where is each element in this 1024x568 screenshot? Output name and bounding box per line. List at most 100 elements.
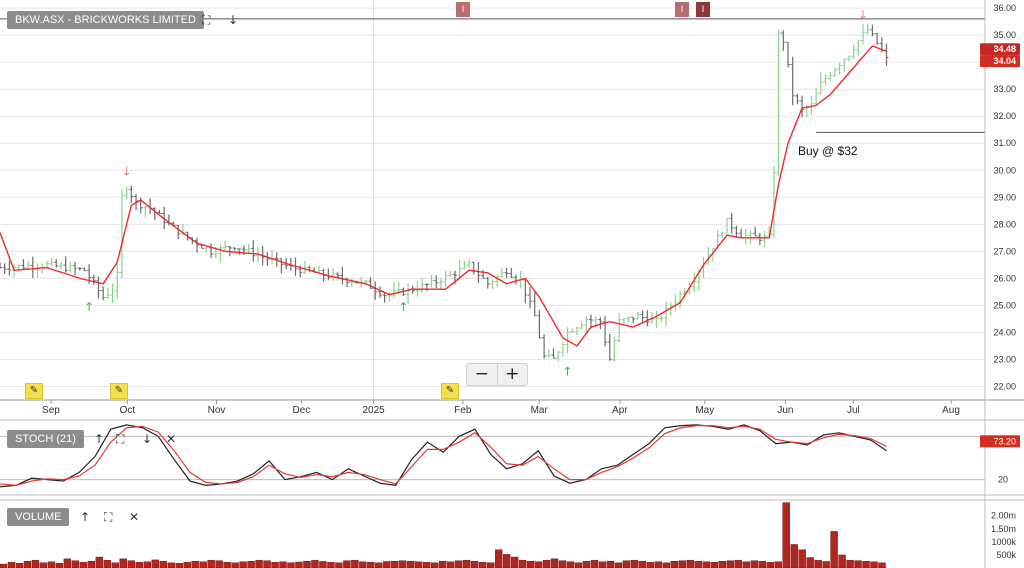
close-icon[interactable]: ✕ [166, 432, 176, 446]
price-bars: ↑ ↓ ↑ ↑ ↓ [0, 8, 985, 379]
x-tick-label: 2025 [362, 405, 385, 416]
y-tick-label: 33.00 [993, 84, 1016, 94]
volume-bar [311, 559, 319, 568]
volume-bar [0, 563, 8, 568]
volume-bar [830, 531, 838, 568]
volume-tick-label: 2.00m [991, 511, 1016, 521]
y-tick-label: 29.00 [993, 192, 1016, 202]
y-tick-label: 36.00 [993, 3, 1016, 13]
x-tick-label: Sep [42, 405, 60, 416]
expand-icon[interactable]: ⛶ [202, 13, 210, 27]
stoch-axis-label: 20 [998, 475, 1008, 485]
arrow-down-icon[interactable]: ↓ [142, 432, 152, 446]
volume-bar [119, 558, 127, 568]
volume-bar [351, 559, 359, 568]
drawing-pencil-icon[interactable]: ✎ [441, 383, 459, 399]
price-panel-label[interactable]: BKW.ASX - BRICKWORKS LIMITED [7, 11, 204, 29]
volume-bar [710, 562, 718, 568]
x-tick-label: Jun [777, 405, 793, 416]
volume-panel-label[interactable]: VOLUME [7, 508, 70, 526]
close-icon[interactable]: ✕ [129, 510, 139, 524]
drawing-pencil-icon[interactable]: ✎ [25, 383, 43, 399]
arrow-down-icon[interactable]: ↓ [228, 13, 238, 27]
volume-bar [718, 561, 726, 568]
volume-bar [207, 559, 215, 568]
volume-bar [566, 561, 575, 568]
volume-bar [670, 561, 679, 568]
volume-bar [343, 560, 351, 568]
volume-bar [558, 560, 567, 568]
volume-bar [502, 554, 511, 568]
volume-bar [63, 558, 72, 568]
volume-bar [774, 561, 782, 568]
volume-bar [870, 561, 878, 568]
volume-bar [15, 563, 24, 568]
volume-bar [431, 562, 439, 568]
arrow-up-icon[interactable]: ↑ [80, 510, 90, 524]
volume-bar [151, 559, 159, 568]
event-marker[interactable]: I [675, 2, 689, 17]
volume-bar [782, 502, 790, 568]
volume-bar [407, 561, 415, 568]
volume-bar [7, 562, 16, 568]
sell-signal-arrow: ↓ [858, 8, 868, 22]
volume-bar [143, 561, 151, 568]
volume-bar [191, 561, 199, 568]
volume-bar [534, 561, 543, 568]
x-tick-label: Nov [208, 405, 226, 416]
zoom-in-button[interactable]: + [496, 364, 528, 385]
event-marker[interactable]: I [456, 2, 470, 17]
volume-bar [846, 559, 854, 568]
y-tick-label: 27.00 [993, 246, 1016, 256]
event-marker[interactable]: I [696, 2, 710, 17]
expand-icon[interactable]: ⛶ [104, 510, 112, 524]
expand-icon[interactable]: ⛶ [116, 432, 124, 446]
grid-lines [0, 0, 985, 481]
volume-bar [726, 560, 734, 568]
x-tick-label: Feb [454, 405, 472, 416]
volume-bar [798, 549, 806, 568]
stochastic-lines [0, 424, 887, 488]
volume-bar [335, 562, 343, 568]
volume-bar [271, 562, 279, 568]
volume-tick-label: 1.50m [991, 524, 1016, 534]
volume-bar [31, 559, 40, 568]
moving-average [0, 45, 887, 347]
volume-bar [510, 556, 519, 568]
volume-bar [263, 560, 271, 568]
volume-bar [854, 560, 862, 568]
y-tick-label: 24.00 [993, 327, 1016, 337]
volume-bar [598, 561, 607, 568]
volume-bar [471, 561, 479, 568]
y-tick-label: 31.00 [993, 138, 1016, 148]
volume-bar [766, 562, 774, 568]
volume-bar [455, 560, 463, 568]
volume-bar [79, 562, 88, 568]
volume-bar [383, 561, 391, 568]
volume-bar [838, 554, 846, 568]
volume-bar [423, 562, 431, 568]
volume-bar [375, 562, 383, 568]
zoom-out-button[interactable]: − [467, 364, 497, 385]
volume-bar [622, 560, 631, 568]
volume-bar [486, 562, 495, 568]
arrow-up-icon[interactable]: ↑ [94, 432, 104, 446]
volume-bar [255, 559, 263, 568]
volume-bar [638, 561, 647, 568]
drawing-pencil-icon[interactable]: ✎ [110, 383, 128, 399]
volume-bar [215, 560, 223, 568]
stoch-line [0, 425, 887, 486]
y-tick-label: 23.00 [993, 354, 1016, 364]
volume-bar [399, 560, 407, 568]
volume-bar [582, 561, 591, 568]
volume-bar [590, 559, 599, 568]
volume-bar [758, 561, 766, 568]
buy-signal-arrow: ↑ [563, 365, 573, 379]
volume-tick-label: 500k [996, 550, 1016, 560]
chart-canvas: ↑ ↓ ↑ ↑ ↓ 22.00 23.00 24.00 25.00 26.00 27.00 28.0… [0, 0, 1024, 568]
y-tick-label: 28.00 [993, 219, 1016, 229]
stoch-panel-label[interactable]: STOCH (21) [7, 430, 84, 448]
volume-bar [822, 561, 830, 568]
volume-bar [287, 562, 295, 568]
volume-bar [542, 559, 551, 568]
